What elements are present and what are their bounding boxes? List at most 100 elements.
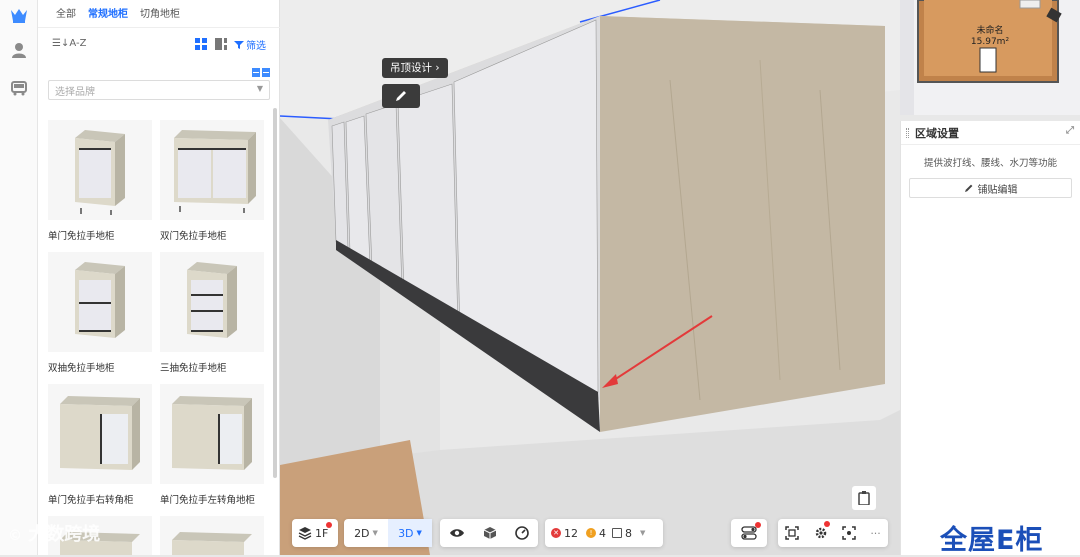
chevron-down-icon[interactable]: ▼ xyxy=(636,529,645,537)
filter-button[interactable]: 筛选 xyxy=(234,37,266,52)
tile-edit-button[interactable]: 铺贴编辑 xyxy=(909,178,1072,198)
panel-header: 区域设置 ⤢ xyxy=(901,121,1080,145)
settings-toggle-toolbar xyxy=(731,519,767,547)
screenshot-button[interactable] xyxy=(836,519,862,547)
eye-icon xyxy=(450,529,464,537)
watermark: © 大数跨境 xyxy=(8,524,101,545)
product-card-label: 单门免拉手地柜 xyxy=(48,231,115,242)
ceiling-design-tooltip[interactable]: 吊顶设计 › xyxy=(382,58,448,78)
product-library-panel: 全部 常规地柜 切角地柜 ☰↓A-Z 筛选 选择品牌 ▼ 单门免拉手地柜 双门免… xyxy=(38,0,280,555)
floorplan-drawing xyxy=(900,0,1080,115)
notification-dot xyxy=(755,522,761,528)
view-tools-toolbar xyxy=(440,519,538,547)
mode-3d-label: 3D xyxy=(398,526,414,540)
edit-button[interactable] xyxy=(382,84,420,108)
product-card[interactable] xyxy=(160,516,264,555)
cabinet-thumbnail xyxy=(48,120,152,220)
chevron-down-icon: ▼ xyxy=(256,84,263,93)
cabinet-thumbnail xyxy=(160,252,264,352)
library-toolbar: ☰↓A-Z 筛选 xyxy=(38,36,280,56)
product-card[interactable]: 双门免拉手地柜 xyxy=(160,120,264,242)
capture-toolbar: ··· xyxy=(778,519,888,547)
3d-scene[interactable] xyxy=(280,0,900,555)
visibility-button[interactable] xyxy=(443,519,471,547)
more-icon: ··· xyxy=(870,526,881,540)
product-card[interactable]: 单门免拉手右转角柜 xyxy=(48,384,152,506)
product-card[interactable]: 双抽免拉手地柜 xyxy=(48,252,152,374)
product-card-label: 三抽免拉手地柜 xyxy=(160,363,227,374)
grid-view-icon[interactable] xyxy=(194,37,208,51)
more-button[interactable]: ··· xyxy=(864,519,887,547)
floor-label: 1F xyxy=(315,526,329,540)
item-count: 8 xyxy=(625,526,632,540)
warning-icon: ! xyxy=(586,528,596,538)
mode-3d-button[interactable]: 3D ▼ xyxy=(388,519,432,547)
cabinet-thumbnail xyxy=(160,384,264,484)
speed-button[interactable] xyxy=(509,519,535,547)
tab-corner-base-cabinet[interactable]: 切角地柜 xyxy=(140,5,180,20)
cabinet-thumbnail xyxy=(160,120,264,220)
render-settings-button[interactable] xyxy=(808,519,834,547)
room-area: 15.97m² xyxy=(970,37,1010,47)
product-card-label: 单门免拉手右转角柜 xyxy=(48,495,134,506)
cabinet-thumbnail xyxy=(160,516,264,555)
brand-select-placeholder: 选择品牌 xyxy=(55,87,95,98)
focus-icon xyxy=(842,526,856,540)
warning-count-button[interactable]: ! 4 xyxy=(584,519,608,547)
tab-all[interactable]: 全部 xyxy=(56,5,76,20)
notification-dot xyxy=(326,522,332,528)
category-tabs: 全部 常规地柜 切角地柜 xyxy=(38,0,280,28)
reset-view-button[interactable] xyxy=(779,519,805,547)
cube-view-button[interactable] xyxy=(477,519,503,547)
sort-label: A-Z xyxy=(69,38,87,49)
mode-2d-label: 2D xyxy=(354,526,370,540)
error-count-button[interactable]: ✕ 12 xyxy=(545,519,584,547)
status-toolbar: ✕ 12 ! 4 8 ▼ xyxy=(545,519,663,547)
product-card-label: 双抽免拉手地柜 xyxy=(48,363,115,374)
cabinet-thumbnail xyxy=(48,252,152,352)
expand-icon[interactable]: ⤢ xyxy=(1066,125,1074,136)
item-list-icon xyxy=(612,528,622,538)
tooltip-label: 吊顶设计 xyxy=(390,62,432,74)
warning-count: 4 xyxy=(599,526,606,540)
cabinet-thumbnail xyxy=(48,384,152,484)
crown-icon[interactable] xyxy=(6,2,32,28)
product-card[interactable]: 三抽免拉手地柜 xyxy=(160,252,264,374)
product-card[interactable]: 单门免拉手左转角地柜 xyxy=(160,384,264,506)
list-view-icon[interactable] xyxy=(214,37,228,51)
layers-icon xyxy=(298,527,312,540)
sort-icon: ☰↓ xyxy=(52,38,70,49)
clipboard-icon[interactable] xyxy=(852,486,876,510)
floorplan-minimap[interactable]: 未命名 15.97m² xyxy=(900,0,1080,115)
product-card[interactable]: 单门免拉手地柜 xyxy=(48,120,152,242)
library-scrollbar[interactable] xyxy=(273,108,277,478)
watermark-text: 大数跨境 xyxy=(28,524,101,545)
pencil-icon xyxy=(396,91,406,101)
region-settings-panel: 区域设置 ⤢ 提供波打线、腰线、水刀等功能 铺贴编辑 xyxy=(900,121,1080,555)
error-count: 12 xyxy=(564,526,578,540)
brand-logo-text: 全屋E柜 xyxy=(940,525,1044,556)
tile-edit-label: 铺贴编辑 xyxy=(977,184,1018,196)
panel-description: 提供波打线、腰线、水刀等功能 xyxy=(923,158,1057,169)
gear-icon xyxy=(815,527,826,539)
tab-regular-base-cabinet[interactable]: 常规地柜 xyxy=(88,5,128,20)
pencil-icon xyxy=(964,184,972,192)
filter-label: 筛选 xyxy=(246,41,266,52)
mode-2d-button[interactable]: 2D ▼ xyxy=(344,519,388,547)
drag-handle-icon[interactable] xyxy=(906,128,909,138)
cube-icon xyxy=(483,527,497,539)
sort-button[interactable]: ☰↓A-Z xyxy=(52,38,86,49)
panel-title: 区域设置 xyxy=(915,127,959,140)
item-count-button[interactable]: 8 xyxy=(608,519,636,547)
layout-toggle-icon[interactable] xyxy=(252,66,270,77)
vehicle-icon[interactable] xyxy=(6,75,32,101)
toggle-icon xyxy=(741,526,757,540)
left-icon-rail xyxy=(0,0,38,555)
filter-icon xyxy=(234,40,244,49)
frame-icon xyxy=(785,526,799,540)
brand-select[interactable]: 选择品牌 ▼ xyxy=(48,80,270,100)
3d-viewport[interactable] xyxy=(280,0,900,555)
brand-logo: 全屋E柜 xyxy=(940,518,1043,557)
user-icon[interactable] xyxy=(6,37,32,63)
room-label: 未命名 15.97m² xyxy=(968,26,1012,48)
